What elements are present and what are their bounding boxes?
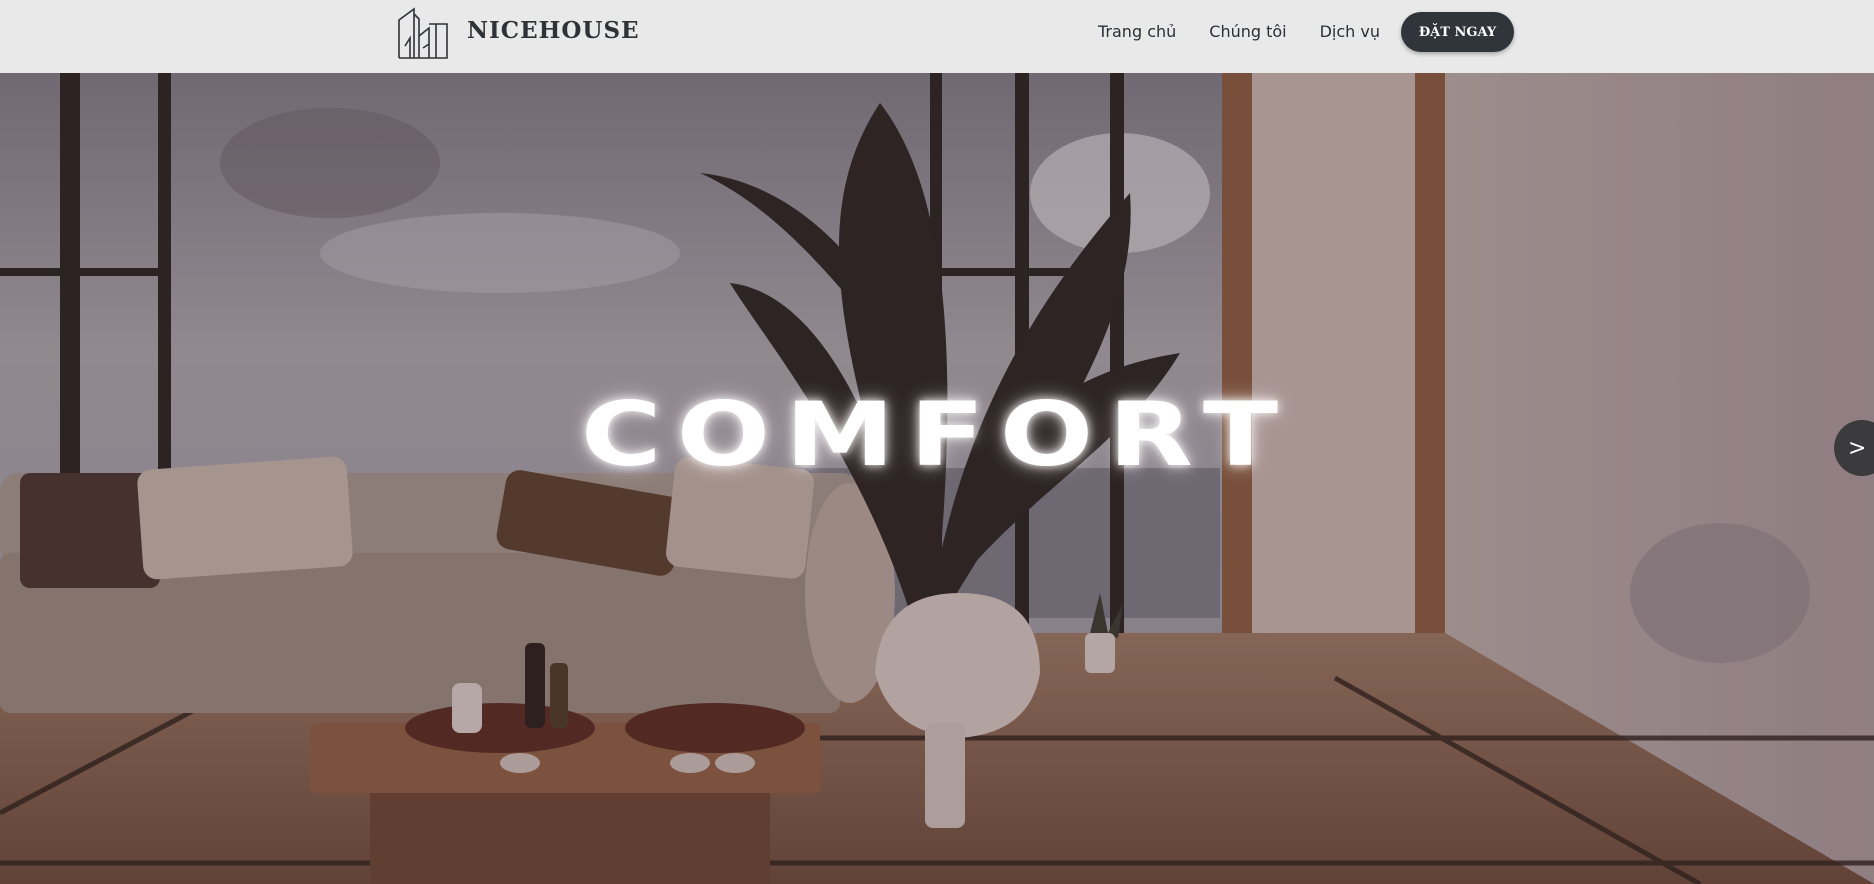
chevron-right-icon: > (1848, 435, 1867, 461)
book-now-button[interactable]: ĐẶT NGAY (1401, 12, 1514, 52)
hero-banner: COMFORT > (0, 73, 1874, 884)
site-header: NICEHOUSE Trang chủ Chúng tôi Dịch vụ ĐẶ… (0, 0, 1874, 73)
brand-name[interactable]: NICEHOUSE (467, 17, 640, 44)
nav-link-services[interactable]: Dịch vụ (1320, 22, 1380, 41)
building-outline-icon[interactable] (396, 6, 450, 60)
nav-link-about[interactable]: Chúng tôi (1209, 22, 1286, 41)
hero-title: COMFORT (580, 383, 1294, 486)
main-nav: Trang chủ Chúng tôi Dịch vụ (1098, 22, 1380, 41)
nav-link-home[interactable]: Trang chủ (1098, 22, 1176, 41)
